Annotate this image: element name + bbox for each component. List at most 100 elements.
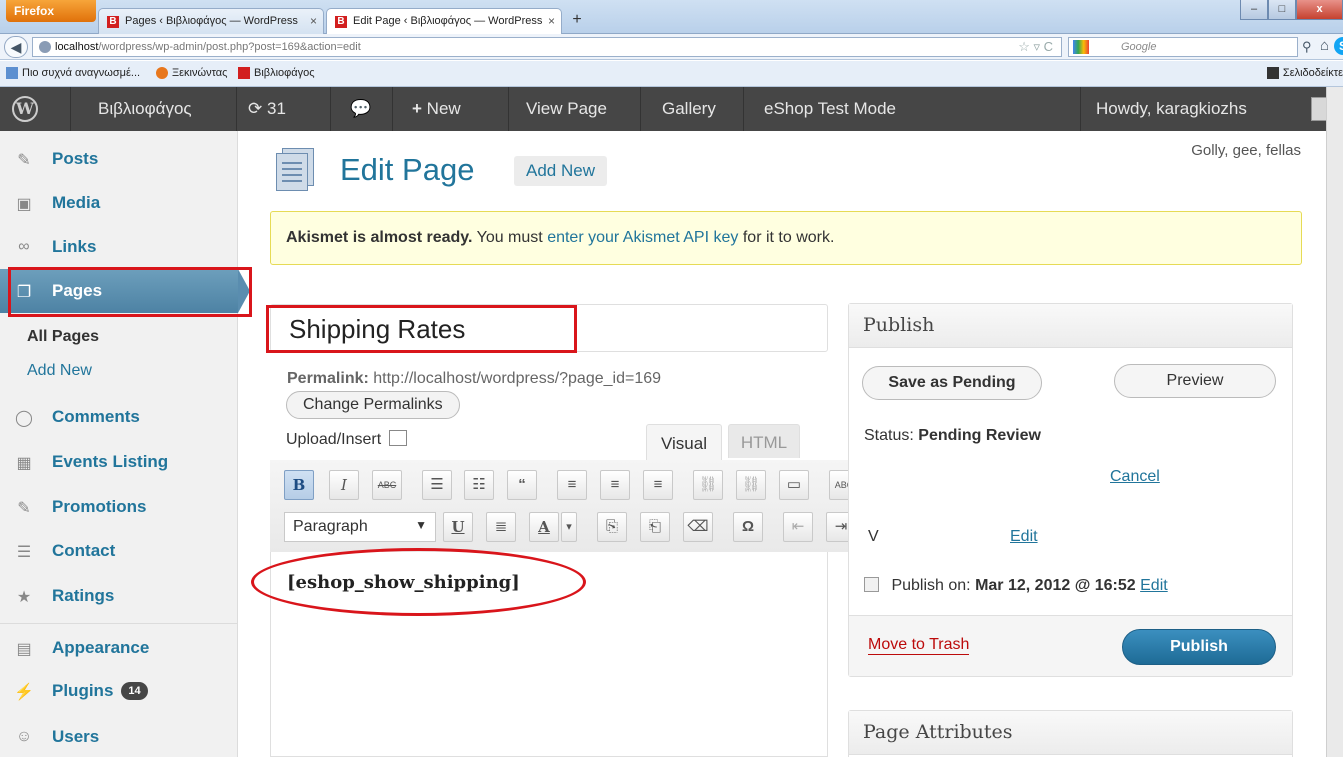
menu-item-comments[interactable]: ◯ Comments [0,395,238,439]
pin-icon: ✎ [17,500,31,517]
publish-box-title[interactable]: Publish [849,304,1292,348]
highlight-shortcode-annotation [251,548,586,616]
back-arrow-icon[interactable]: ◀ [4,36,28,58]
plus-icon: + [412,99,422,118]
bookmark-star-icon[interactable]: ☆ ▿ C [1018,39,1053,55]
skype-icon[interactable]: S [1334,37,1343,55]
numbered-list-button[interactable]: ☷ [464,470,494,500]
eshop-test-mode-link[interactable]: eShop Test Mode [764,87,896,131]
wordpress-logo-icon[interactable]: W [12,87,44,131]
close-tab-icon[interactable]: × [548,14,555,28]
howdy-user-link[interactable]: Howdy, karagkiozhs [1096,87,1247,131]
admin-bar-divider [640,87,641,131]
format-select[interactable]: Paragraph ▼ [284,512,436,542]
browser-tab-pages[interactable]: B Pages ‹ Βιβλιοφάγος — WordPress × [98,8,324,34]
browser-tab-edit-page[interactable]: B Edit Page ‹ Βιβλιοφάγος — WordPress × [326,8,562,34]
menu-item-links[interactable]: ∞ Links [0,225,238,269]
blog-favicon-icon [238,67,250,79]
publish-button[interactable]: Publish [1122,629,1276,665]
text-color-dropdown-icon[interactable]: ▾ [561,512,577,542]
preview-button[interactable]: Preview [1114,364,1276,398]
comments-bubble-icon[interactable]: 💬 [350,87,371,131]
bookmark-getting-started[interactable]: Ξεκινώντας [156,67,227,79]
window-close-button[interactable]: x [1296,0,1343,20]
bookmark-most-visited[interactable]: Πιο συχνά αναγνωσμέ... [6,67,140,79]
menu-item-events-listing[interactable]: ▦ Events Listing [0,440,238,484]
save-as-pending-button[interactable]: Save as Pending [862,366,1042,400]
new-tab-button[interactable]: + [566,10,588,32]
star-icon: ★ [16,589,32,606]
menu-item-posts[interactable]: ✎ Posts [0,137,238,181]
menu-item-ratings[interactable]: ★ Ratings [0,574,238,618]
insert-link-button[interactable]: ⛓ [693,470,723,500]
new-content-link[interactable]: + New [412,87,461,131]
gallery-link[interactable]: Gallery [662,87,716,131]
home-icon[interactable]: ⌂ [1320,37,1329,54]
status-value: Pending Review [918,427,1041,444]
remove-format-button[interactable]: ⌫ [683,512,713,542]
search-placeholder: Google [1121,41,1157,53]
align-left-button[interactable]: ≡ [557,470,587,500]
menu-item-contact[interactable]: ☰ Contact [0,529,238,573]
admin-bar-divider [743,87,744,131]
notice-text: for it to work. [742,229,835,246]
submenu-add-new[interactable]: Add New [27,362,92,380]
page-attributes-title[interactable]: Page Attributes [849,711,1292,755]
publish-date-edit-link[interactable]: Edit [1140,577,1168,594]
page-scrollbar[interactable] [1326,87,1343,757]
akismet-api-key-link[interactable]: enter your Akismet API key [547,229,738,246]
maximize-button[interactable]: □ [1268,0,1296,20]
submenu-all-pages[interactable]: All Pages [27,328,99,346]
upload-insert[interactable]: Upload/Insert [286,430,408,449]
comment-icon: ◯ [15,410,33,427]
bullet-list-button[interactable]: ☰ [422,470,452,500]
align-center-button[interactable]: ≡ [600,470,630,500]
visibility-edit-link[interactable]: Edit [1010,528,1038,546]
paste-text-button[interactable]: ⎘ [597,512,627,542]
justify-button[interactable]: ≣ [486,512,516,542]
firefox-menu-button[interactable]: Firefox [6,0,96,22]
italic-button[interactable]: I [329,470,359,500]
search-magnifier-icon[interactable]: ⚲ [1302,39,1312,55]
menu-item-media[interactable]: ▣ Media [0,181,238,225]
view-page-link[interactable]: View Page [526,87,607,131]
strikethrough-button[interactable]: ABC [372,470,402,500]
minimize-button[interactable]: – [1240,0,1268,20]
unlink-button[interactable]: ⛓ [736,470,766,500]
site-identity-icon[interactable] [39,41,51,53]
more-tag-button[interactable]: ▭ [779,470,809,500]
close-tab-icon[interactable]: × [310,14,317,28]
add-media-icon[interactable] [389,430,408,446]
menu-item-appearance[interactable]: ▤ Appearance [0,626,238,670]
url-host: localhost [55,41,99,53]
special-character-button[interactable]: Ω [733,512,763,542]
move-to-trash-link[interactable]: Move to Trash [868,636,970,655]
underline-button[interactable]: U [443,512,473,542]
bookmarks-menu[interactable]: Σελιδοδείκτε [1266,67,1343,79]
status-cancel-link[interactable]: Cancel [1110,468,1160,486]
menu-item-plugins[interactable]: ⚡ Plugins 14 [0,669,238,713]
notice-text: You must [476,229,543,246]
paste-word-button[interactable]: ⎗ [640,512,670,542]
publish-date-value: Mar 12, 2012 @ 16:52 [975,577,1136,594]
change-permalinks-button[interactable]: Change Permalinks [286,391,460,419]
tab-visual[interactable]: Visual [646,424,722,460]
url-bar[interactable]: localhost/wordpress/wp-admin/post.php?po… [32,37,1062,57]
menu-item-promotions[interactable]: ✎ Promotions [0,485,238,529]
blockquote-button[interactable]: “ [507,470,537,500]
bookmark-blog[interactable]: Βιβλιοφάγος [238,67,315,79]
updates-link[interactable]: ⟳ 31 [248,87,286,131]
bold-button[interactable]: B [284,470,314,500]
search-bar[interactable]: Google [1068,37,1298,57]
text-color-button[interactable]: A [529,512,559,542]
align-right-button[interactable]: ≡ [643,470,673,500]
add-new-page-button[interactable]: Add New [514,156,607,186]
permalink-url[interactable]: http://localhost/wordpress/?page_id=169 [373,370,661,387]
akismet-notice: Akismet is almost ready. You must enter … [270,211,1302,265]
visibility-label: V [868,528,879,545]
menu-item-users[interactable]: ☺ Users [0,715,238,757]
site-name-link[interactable]: Βιβλιοφάγος [98,87,192,131]
highlight-pages-annotation [8,267,252,317]
tab-html[interactable]: HTML [728,424,800,458]
outdent-button[interactable]: ⇤ [783,512,813,542]
